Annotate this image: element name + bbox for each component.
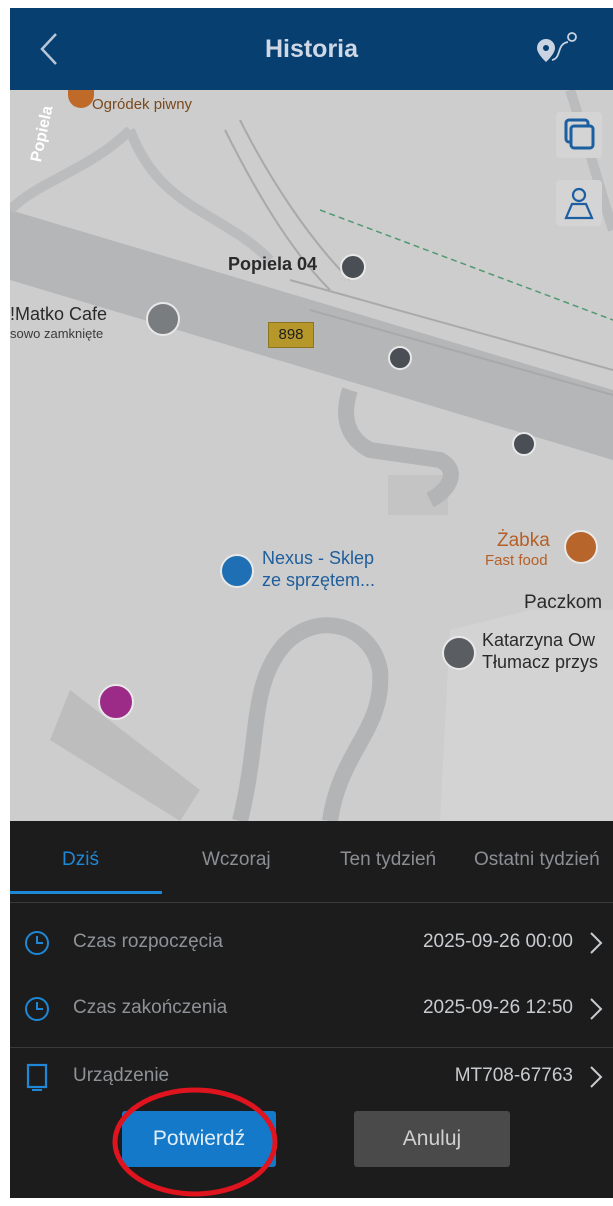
layers-button[interactable] <box>556 112 602 158</box>
label-nexus-line1[interactable]: Nexus - Sklep <box>262 548 374 569</box>
label-paczkom[interactable]: Paczkom <box>524 592 602 614</box>
chevron-right-icon <box>590 932 603 954</box>
tab-this-week[interactable]: Ten tydzień <box>340 849 436 871</box>
shop-pin-icon[interactable] <box>220 554 254 588</box>
end-time-row[interactable]: Czas zakończenia 2025-09-26 12:50 <box>10 984 613 1036</box>
cafe-pin-icon[interactable] <box>146 302 180 336</box>
label-zabka[interactable]: Żabka <box>497 530 550 552</box>
device-icon <box>26 1063 48 1091</box>
chevron-right-icon <box>590 998 603 1020</box>
bus-stop-icon-2[interactable] <box>388 346 412 370</box>
route-pin-icon <box>537 32 577 62</box>
clock-icon <box>25 931 49 955</box>
rows-divider <box>10 1047 613 1048</box>
back-button[interactable] <box>32 28 72 70</box>
label-katarzyna-line2: Tłumacz przys <box>482 652 599 672</box>
tab-yesterday[interactable]: Wczoraj <box>202 849 271 871</box>
road-number-badge: 898 <box>268 322 314 348</box>
back-arrow-icon <box>40 33 57 65</box>
start-time-value: 2025-09-26 00:00 <box>422 931 573 952</box>
tab-today[interactable]: Dziś <box>62 849 99 871</box>
food-pin-icon[interactable] <box>564 530 598 564</box>
label-cafe-name[interactable]: !Matko Cafe <box>10 304 107 325</box>
cancel-button[interactable]: Anuluj <box>354 1111 510 1167</box>
device-row[interactable]: Urządzenie MT708-67763 <box>10 1052 613 1104</box>
device-label: Urządzenie <box>73 1065 170 1086</box>
end-time-label: Czas zakończenia <box>73 997 228 1018</box>
start-time-label: Czas rozpoczęcia <box>73 931 223 952</box>
map-view[interactable]: Ogródek piwny Popiela Popiela 04 !Matko … <box>10 90 613 821</box>
device-value: MT708-67763 <box>454 1065 573 1086</box>
tab-active-indicator <box>10 891 162 894</box>
label-katarzyna-line1[interactable]: Katarzyna Ow <box>482 630 595 651</box>
user-location-button[interactable] <box>556 180 602 226</box>
place-pin-icon[interactable] <box>442 636 476 670</box>
page-title: Historia <box>264 35 359 63</box>
history-panel: Dziś Wczoraj Ten tydzień Ostatni tydzień… <box>10 821 613 1198</box>
app-header: Historia <box>10 8 613 90</box>
bus-stop-icon-3[interactable] <box>512 432 536 456</box>
layers-icon <box>564 118 595 150</box>
label-cafe-status: sowo zamknięte <box>10 326 104 341</box>
confirm-button[interactable]: Potwierdź <box>122 1111 276 1167</box>
hotel-pin-icon[interactable] <box>98 684 134 720</box>
label-ogrodek[interactable]: Ogródek piwny <box>92 96 192 113</box>
tab-last-week[interactable]: Ostatni tydzień <box>474 849 600 871</box>
tabs-divider <box>10 902 613 903</box>
label-nexus-line2: ze sprzętem... <box>262 570 376 590</box>
person-icon <box>564 187 594 220</box>
chevron-right-icon <box>590 1066 603 1088</box>
route-button[interactable] <box>532 28 582 70</box>
end-time-value: 2025-09-26 12:50 <box>422 997 573 1018</box>
app-frame: Historia Ogródek piwny Popiela Popiela 0… <box>10 8 613 1198</box>
clock-icon <box>25 997 49 1021</box>
label-zabka-type: Fast food <box>485 552 548 569</box>
start-time-row[interactable]: Czas rozpoczęcia 2025-09-26 00:00 <box>10 918 613 970</box>
bus-stop-icon[interactable] <box>340 254 366 280</box>
label-bus-stop-popiela[interactable]: Popiela 04 <box>228 254 317 275</box>
